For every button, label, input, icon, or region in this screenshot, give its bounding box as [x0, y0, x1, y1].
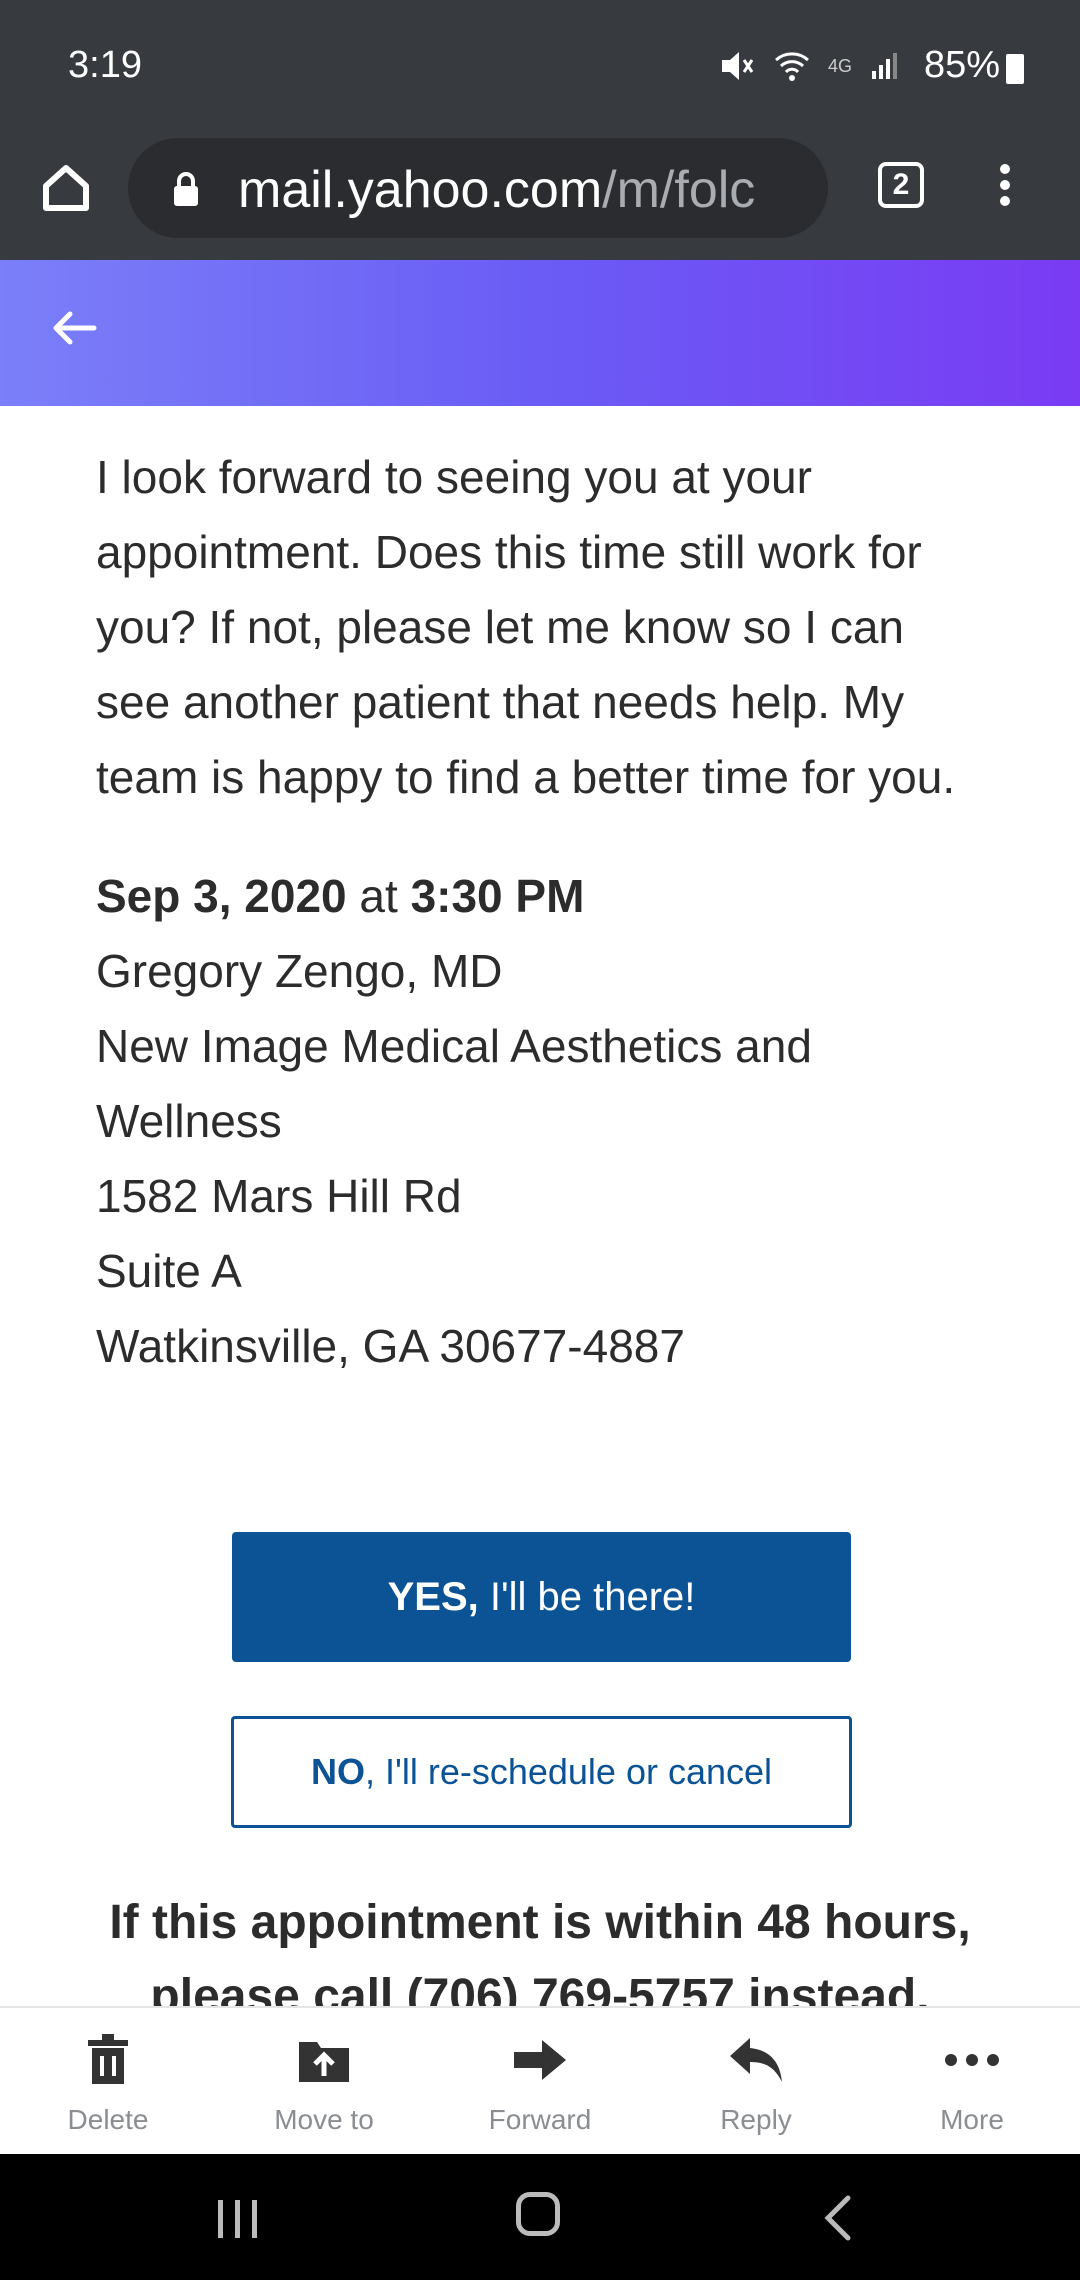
move-to-label: Move to — [274, 2104, 374, 2135]
move-to-button[interactable]: Move to — [216, 2008, 432, 2156]
address-line-2: Suite A — [96, 1245, 242, 1297]
delete-label: Delete — [67, 2104, 149, 2135]
browser-menu-button[interactable] — [990, 158, 1020, 218]
forward-button[interactable]: Forward — [432, 2008, 648, 2156]
reply-button[interactable]: Reply — [648, 2008, 864, 2156]
email-paragraph: I look forward to seeing you at your app… — [96, 451, 956, 803]
appointment-time: 3:30 PM — [410, 870, 585, 922]
reply-arrow-icon — [730, 2038, 782, 2082]
wifi-icon — [774, 52, 809, 81]
email-body: I look forward to seeing you at your app… — [96, 440, 976, 1384]
at-text: at — [359, 870, 398, 922]
more-button[interactable]: More — [864, 2008, 1080, 2156]
network-type: 4G — [827, 55, 852, 76]
status-bar: 3:19 4G 85% — [0, 0, 1080, 138]
nav-home-button[interactable] — [516, 2192, 560, 2236]
appointment-datetime: Sep 3, 2020 at 3:30 PM — [96, 859, 976, 934]
browser-toolbar: mail.yahoo.com/m/folc 2 — [0, 138, 1080, 260]
doctor-name: Gregory Zengo, MD — [96, 945, 503, 997]
status-time: 3:19 — [68, 44, 142, 86]
lock-icon — [174, 172, 198, 206]
address-city: Watkinsville, GA 30677-4887 — [96, 1320, 685, 1372]
address-bar[interactable]: mail.yahoo.com/m/folc — [128, 138, 828, 238]
system-nav-bar — [0, 2154, 1080, 2280]
yes-rest: I'll be there! — [478, 1574, 696, 1619]
battery-icon — [1006, 54, 1024, 84]
appointment-details: Sep 3, 2020 at 3:30 PM Gregory Zengo, MD… — [96, 859, 976, 1384]
forward-label: Forward — [488, 2104, 592, 2135]
appointment-date: Sep 3, 2020 — [96, 870, 347, 922]
forward-arrow-icon — [514, 2040, 566, 2080]
url-text: mail.yahoo.com/m/folc — [238, 160, 818, 220]
battery-percent: 85% — [923, 44, 1000, 86]
mail-action-toolbar: Delete Move to Forward Reply More — [0, 2006, 1080, 2156]
confirm-yes-button[interactable]: YES, I'll be there! — [232, 1532, 851, 1662]
signal-icon — [872, 53, 897, 79]
browser-home-button[interactable] — [36, 158, 96, 218]
more-dots-icon — [945, 2054, 999, 2066]
more-label: More — [940, 2104, 1004, 2135]
practice-name: New Image Medical Aesthetics and Wellnes… — [96, 1020, 812, 1147]
recent-apps-icon[interactable] — [216, 2198, 260, 2240]
reply-label: Reply — [720, 2104, 792, 2135]
reschedule-no-button[interactable]: NO, I'll re-schedule or cancel — [231, 1716, 852, 1828]
delete-button[interactable]: Delete — [0, 2008, 216, 2156]
address-line-1: 1582 Mars Hill Rd — [96, 1170, 462, 1222]
mail-header — [0, 260, 1080, 406]
no-rest: , I'll re-schedule or cancel — [364, 1751, 773, 1792]
no-bold: NO — [310, 1751, 365, 1792]
move-folder-icon — [299, 2042, 349, 2082]
yes-bold: YES, — [387, 1574, 479, 1619]
back-arrow-icon[interactable] — [50, 308, 98, 348]
url-path: /m/folc — [602, 161, 756, 219]
mute-icon — [721, 52, 754, 80]
url-domain: mail.yahoo.com — [238, 161, 603, 219]
tab-switcher-button[interactable]: 2 — [878, 162, 924, 208]
trash-icon — [88, 2034, 128, 2084]
status-icons: 4G — [720, 48, 900, 84]
nav-back-icon[interactable] — [820, 2194, 854, 2242]
home-icon — [43, 165, 89, 211]
